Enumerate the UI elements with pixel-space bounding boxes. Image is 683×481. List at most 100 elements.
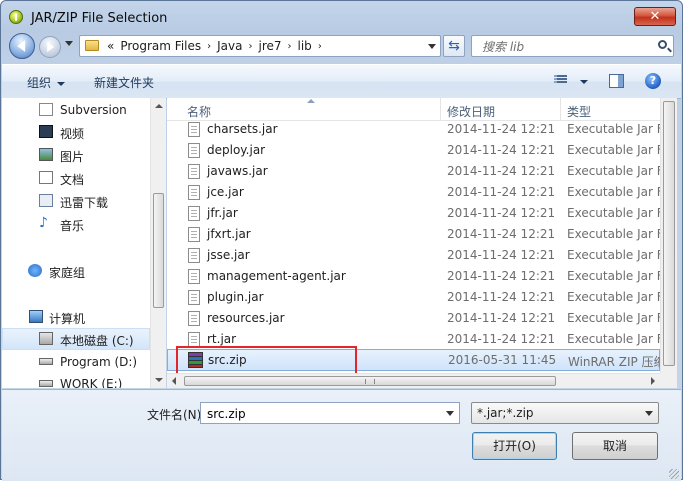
chevron-down-icon[interactable] [446,411,454,416]
sidebar-item-label: 本地磁盘 (C:) [60,334,134,348]
recent-locations-dropdown[interactable] [65,41,73,46]
title-bar[interactable]: JAR/ZIP File Selection ✕ [1,1,682,31]
view-options-dropdown[interactable] [580,80,588,84]
preview-pane-icon[interactable] [609,74,624,88]
file-list-horizontal-scrollbar[interactable] [167,373,660,388]
chevron-down-icon[interactable] [645,411,653,416]
scrollbar-corner [660,373,677,388]
table-row[interactable]: jfxrt.jar 2014-11-24 12:21 Executable Ja… [167,224,660,245]
cancel-button[interactable]: 取消 [572,432,658,460]
table-row[interactable]: jsse.jar 2014-11-24 12:21 Executable Jar… [167,245,660,266]
sidebar-item-xunlei-downloads[interactable]: 迅雷下载 [2,190,150,212]
breadcrumb-overflow[interactable]: « [104,39,117,53]
music-library-icon: ♪ [39,215,48,231]
sidebar-item-pictures[interactable]: 图片 [2,144,150,166]
table-row[interactable]: plugin.jar 2014-11-24 12:21 Executable J… [167,287,660,308]
table-row[interactable]: charsets.jar 2014-11-24 12:21 Executable… [167,119,660,140]
organize-button[interactable]: 组织 [27,74,66,91]
breadcrumb-program-files[interactable]: Program Files [117,39,204,53]
breadcrumb-separator-icon[interactable]: › [245,41,255,52]
file-name: jfxrt.jar [207,227,251,241]
scrollbar-thumb[interactable] [184,376,556,386]
scroll-left-icon[interactable] [172,377,176,385]
breadcrumb-jre7[interactable]: jre7 [255,39,284,53]
table-row[interactable]: jce.jar 2014-11-24 12:21 Executable Jar … [167,182,660,203]
sidebar-item-computer[interactable]: 计算机 [2,306,150,328]
file-type: Executable Jar F [567,332,660,346]
address-dropdown-icon[interactable] [428,44,436,49]
refresh-button[interactable]: ⇆ [443,35,465,57]
sidebar-item-music[interactable]: ♪ 音乐 [2,213,150,235]
breadcrumb-separator-icon[interactable]: › [204,41,214,52]
sidebar-item-homegroup[interactable]: 家庭组 [2,260,150,282]
sidebar-item-videos[interactable]: 视频 [2,121,150,143]
table-row[interactable]: deploy.jar 2014-11-24 12:21 Executable J… [167,140,660,161]
new-folder-button[interactable]: 新建文件夹 [94,74,154,91]
breadcrumb-separator-icon[interactable]: › [285,41,295,52]
filename-input[interactable] [205,405,439,423]
filename-combobox[interactable] [200,402,460,424]
sidebar-item-drive-d[interactable]: Program (D:) [2,351,150,373]
column-header-name[interactable]: 名称 [187,103,211,120]
column-header-type[interactable]: 类型 [567,103,591,120]
column-divider[interactable] [560,98,561,120]
open-button[interactable]: 打开(O) [472,432,557,460]
sidebar-item-subversion[interactable]: Subversion [2,99,150,121]
file-list: 名称 修改日期 类型 charsets.jar 2014-11-24 12:21… [167,98,660,373]
file-type: Executable Jar F [567,164,660,178]
jar-file-icon [188,311,200,326]
table-row[interactable]: javaws.jar 2014-11-24 12:21 Executable J… [167,161,660,182]
sidebar-item-documents[interactable]: 文档 [2,167,150,189]
file-list-vertical-scrollbar[interactable] [660,98,677,373]
file-date: 2014-11-24 12:21 [447,206,556,220]
file-type: Executable Jar F [567,143,660,157]
java-app-icon [9,10,23,24]
column-divider[interactable] [440,98,441,120]
sidebar-item-drive-c[interactable]: 本地磁盘 (C:) [2,328,150,350]
file-date: 2014-11-24 12:21 [447,185,556,199]
scroll-down-icon[interactable] [155,378,163,382]
download-library-icon [39,194,53,207]
table-row[interactable]: management-agent.jar 2014-11-24 12:21 Ex… [167,266,660,287]
navigation-scrollbar[interactable] [150,98,166,388]
file-type: Executable Jar F [567,227,660,241]
file-date: 2014-11-24 12:21 [447,290,556,304]
back-button[interactable] [9,33,35,59]
file-name: plugin.jar [207,290,264,304]
jar-file-icon [188,332,200,347]
breadcrumb-separator-icon[interactable]: › [315,41,325,52]
resize-grip-icon[interactable] [669,469,679,479]
file-type: WinRAR ZIP 压缩 [568,355,660,369]
scrollbar-thumb[interactable] [663,101,675,366]
column-header-date[interactable]: 修改日期 [447,103,495,120]
search-box[interactable] [471,35,674,57]
filename-label: 文件名(N): [147,408,206,422]
help-icon[interactable]: ? [645,73,661,89]
file-date: 2014-11-24 12:21 [447,143,556,157]
sidebar-item-drive-e[interactable]: WORK (E:) [2,373,150,388]
filetype-select[interactable]: *.jar;*.zip [471,402,659,424]
scroll-right-icon[interactable] [651,377,655,385]
jar-file-icon [188,206,200,221]
breadcrumb-lib[interactable]: lib [295,39,315,53]
folder-icon [85,40,99,51]
breadcrumb-java[interactable]: Java [214,39,245,53]
table-row[interactable]: jfr.jar 2014-11-24 12:21 Executable Jar … [167,203,660,224]
close-button[interactable]: ✕ [634,7,676,26]
column-header-row: 名称 修改日期 类型 [167,98,660,121]
search-input[interactable] [480,38,654,56]
change-view-icon[interactable] [554,75,567,86]
scroll-up-icon[interactable] [155,104,163,108]
search-icon[interactable] [658,40,667,49]
forward-button[interactable] [39,36,61,58]
address-bar[interactable]: « Program Files › Java › jre7 › lib › [79,35,441,57]
sidebar-item-label: Subversion [60,103,127,117]
jar-file-icon [188,248,200,263]
pictures-library-icon [39,148,53,161]
sidebar-item-label: 家庭组 [49,266,86,280]
file-date: 2014-11-24 12:21 [447,227,556,241]
refresh-icon: ⇆ [448,38,460,54]
table-row[interactable]: resources.jar 2014-11-24 12:21 Executabl… [167,308,660,329]
scrollbar-thumb[interactable] [153,193,164,308]
jar-file-icon [188,269,200,284]
